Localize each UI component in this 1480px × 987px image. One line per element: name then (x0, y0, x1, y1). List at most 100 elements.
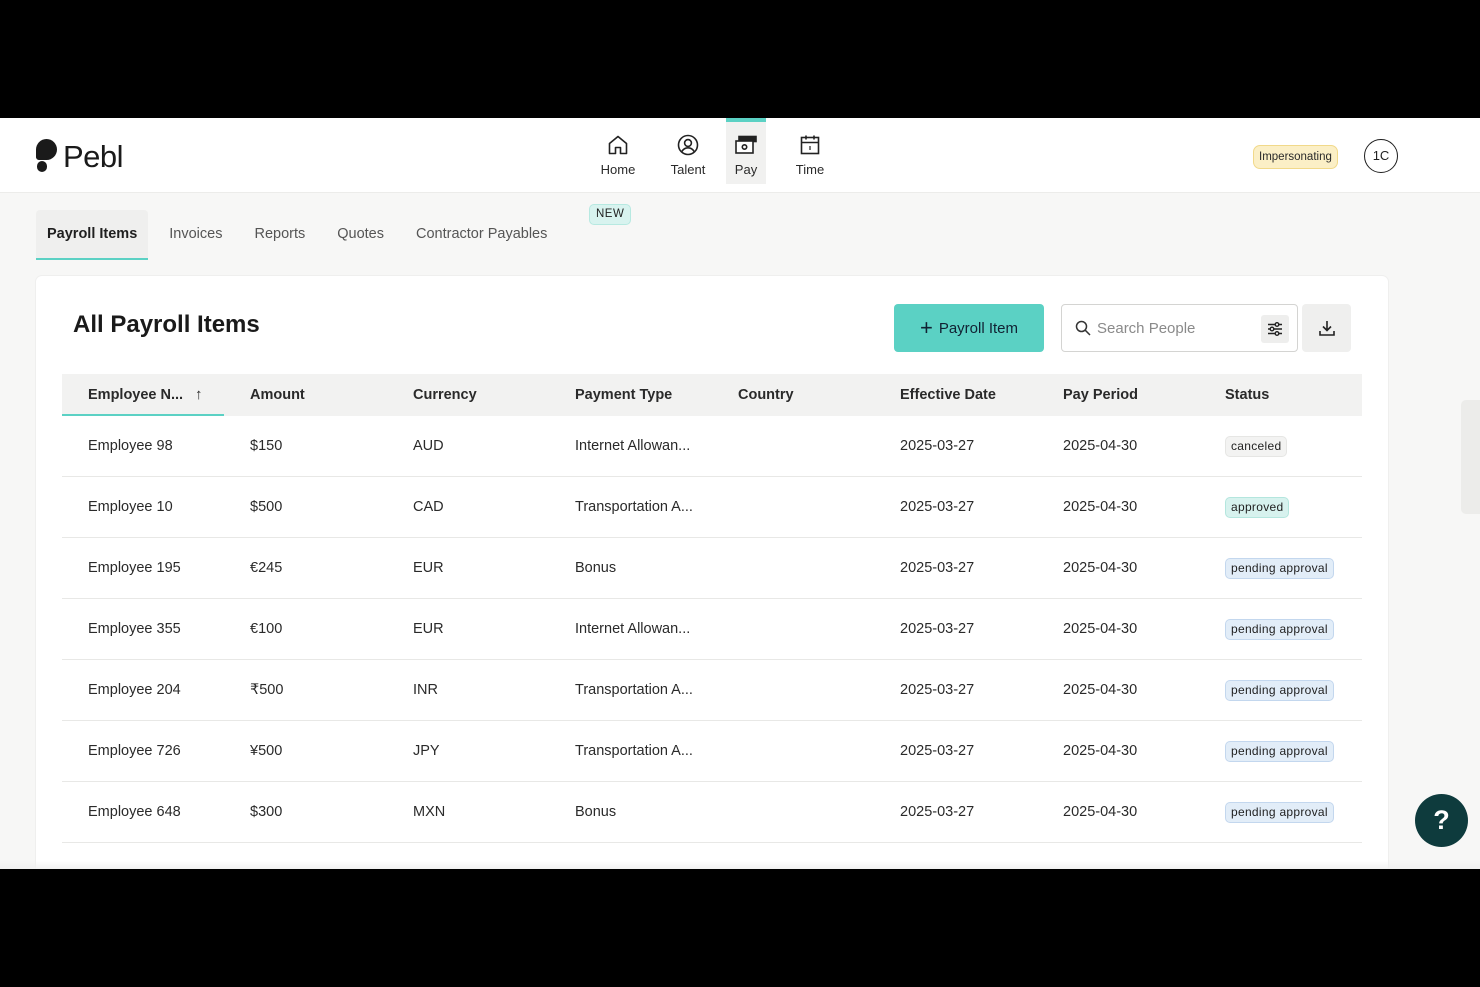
cell-employee: Employee 726 (88, 743, 181, 759)
table-row[interactable]: Employee 195 €245 EUR Bonus 2025-03-27 2025-0… (62, 538, 1362, 599)
sort-ascending-icon[interactable]: ↑ (195, 374, 203, 416)
cell-effective-date: 2025-03-27 (900, 560, 975, 576)
cell-currency: EUR (413, 560, 444, 576)
table-body: Employee 98 $150 AUD Internet Allowan... 202… (62, 416, 1362, 843)
search-people-input[interactable] (1097, 319, 1247, 337)
cell-pay-period: 2025-04-30 (1063, 804, 1138, 820)
help-button[interactable]: ? (1415, 794, 1468, 847)
cell-effective-date: 2025-03-27 (900, 743, 975, 759)
table-row[interactable]: Employee 648 $300 MXN Bonus 2025-03-27 2025-0… (62, 782, 1362, 843)
tab-invoices[interactable]: Invoices (158, 210, 233, 260)
cell-currency: INR (413, 682, 438, 698)
cell-payment-type: Transportation A... (575, 682, 693, 698)
tab-quotes[interactable]: Quotes (326, 210, 395, 260)
cell-employee: Employee 648 (88, 804, 181, 820)
tab-contractor-payables[interactable]: Contractor Payables (405, 210, 558, 260)
column-header-pay-period[interactable]: Pay Period (1037, 374, 1199, 416)
cell-effective-date: 2025-03-27 (900, 621, 975, 637)
top-bar: Pebl Home Talent Pay Time Impersonating … (0, 118, 1480, 193)
cell-currency: CAD (413, 499, 444, 515)
column-header-employee[interactable]: Employee N... ↑ (62, 374, 224, 416)
download-button[interactable] (1302, 304, 1351, 352)
cell-pay-period: 2025-04-30 (1063, 560, 1138, 576)
table-header: Employee N... ↑ Amount Currency Payment … (62, 374, 1362, 416)
main-nav: Home Talent Pay Time (586, 118, 842, 193)
tab-payroll-items[interactable]: Payroll Items (36, 210, 149, 260)
table-row[interactable]: Employee 10 $500 CAD Transportation A... 202… (62, 477, 1362, 538)
cell-payment-type: Bonus (575, 804, 617, 820)
nav-item-time[interactable]: Time (778, 118, 842, 184)
calendar-icon (800, 135, 820, 155)
add-payroll-item-button[interactable]: + Payroll Item (894, 304, 1044, 352)
avatar[interactable]: 1C (1364, 139, 1398, 173)
cell-status: approved (1199, 496, 1362, 518)
cell-status: pending approval (1199, 740, 1362, 762)
pebl-logo[interactable]: Pebl (36, 139, 124, 173)
side-panel-tab[interactable] (1461, 400, 1480, 514)
cell-employee: Employee 204 (88, 682, 181, 698)
column-header-currency[interactable]: Currency (387, 374, 549, 416)
nav-label-talent: Talent (670, 162, 706, 177)
cell-amount: ¥500 (250, 743, 283, 759)
cell-effective-date: 2025-03-27 (900, 499, 975, 515)
cell-currency: AUD (413, 438, 444, 454)
cell-status: pending approval (1199, 618, 1362, 640)
search-icon (1075, 320, 1091, 336)
nav-item-pay[interactable]: Pay (726, 118, 766, 184)
payroll-table: Employee N... ↑ Amount Currency Payment … (62, 374, 1362, 843)
payroll-items-card: All Payroll Items + Payroll Item Employe… (36, 276, 1388, 869)
cell-status: pending approval (1199, 557, 1362, 579)
status-badge: pending approval (1225, 557, 1334, 579)
home-icon (608, 135, 628, 155)
table-row[interactable]: Employee 726 ¥500 JPY Transportation A... 20… (62, 721, 1362, 782)
status-badge: pending approval (1225, 740, 1334, 762)
cell-effective-date: 2025-03-27 (900, 804, 975, 820)
cell-effective-date: 2025-03-27 (900, 682, 975, 698)
download-icon (1318, 321, 1335, 336)
cell-status: canceled (1199, 435, 1362, 457)
cell-currency: EUR (413, 621, 444, 637)
cell-pay-period: 2025-04-30 (1063, 499, 1138, 515)
nav-label-time: Time (795, 162, 825, 177)
column-header-payment-type[interactable]: Payment Type (549, 374, 712, 416)
cell-pay-period: 2025-04-30 (1063, 621, 1138, 637)
cell-currency: MXN (413, 804, 446, 820)
column-header-effective-date[interactable]: Effective Date (874, 374, 1037, 416)
cell-employee: Employee 98 (88, 438, 173, 454)
cell-pay-period: 2025-04-30 (1063, 438, 1138, 454)
cell-payment-type: Transportation A... (575, 499, 693, 515)
cell-employee: Employee 355 (88, 621, 181, 637)
status-badge: approved (1225, 496, 1290, 518)
sliders-icon (1268, 322, 1282, 336)
cell-payment-type: Bonus (575, 560, 617, 576)
column-header-country[interactable]: Country (712, 374, 874, 416)
cell-pay-period: 2025-04-30 (1063, 743, 1138, 759)
cell-currency: JPY (413, 743, 440, 759)
new-badge: NEW (589, 204, 632, 225)
nav-label-home: Home (600, 162, 636, 177)
impersonating-badge[interactable]: Impersonating (1253, 145, 1338, 169)
scroll-fade (0, 861, 1480, 869)
talent-icon (677, 134, 699, 156)
column-header-amount[interactable]: Amount (224, 374, 387, 416)
table-row[interactable]: Employee 204 ₹500 INR Transportation A... 20… (62, 660, 1362, 721)
column-header-status[interactable]: Status (1199, 374, 1362, 416)
cell-payment-type: Internet Allowan... (575, 621, 691, 637)
nav-item-home[interactable]: Home (586, 118, 650, 184)
cell-amount: ₹500 (250, 682, 284, 698)
table-row[interactable]: Employee 98 $150 AUD Internet Allowan... 202… (62, 416, 1362, 477)
cell-amount: €100 (250, 621, 283, 637)
cell-amount: $150 (250, 438, 283, 454)
cell-employee: Employee 195 (88, 560, 181, 576)
nav-item-talent[interactable]: Talent (656, 118, 720, 184)
cell-pay-period: 2025-04-30 (1063, 682, 1138, 698)
app-window: Pebl Home Talent Pay Time Impersonating … (0, 118, 1480, 869)
nav-label-pay: Pay (734, 162, 758, 177)
table-row[interactable]: Employee 355 €100 EUR Internet Allowan... 20… (62, 599, 1362, 660)
pay-icon (735, 135, 757, 154)
filter-button[interactable] (1261, 315, 1289, 343)
cell-effective-date: 2025-03-27 (900, 438, 975, 454)
sub-tabs: Payroll Items Invoices Reports Quotes Co… (36, 210, 568, 260)
cell-status: pending approval (1199, 801, 1362, 823)
tab-reports[interactable]: Reports (243, 210, 316, 260)
